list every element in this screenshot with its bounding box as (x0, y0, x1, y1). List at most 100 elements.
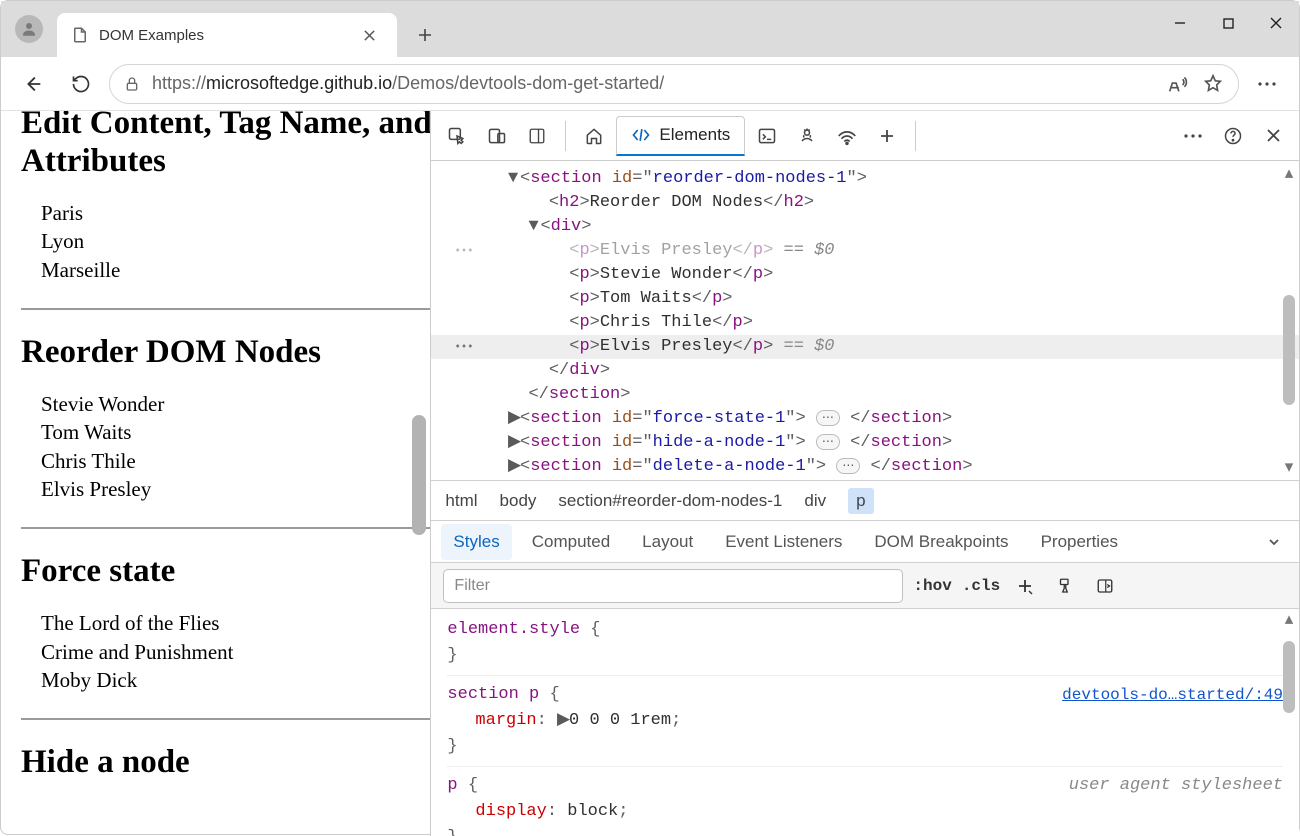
breadcrumb-item[interactable]: section#reorder-dom-nodes-1 (558, 491, 782, 511)
toggle-computed-button[interactable] (1090, 571, 1120, 601)
tab-label: Elements (659, 125, 730, 145)
help-button[interactable] (1215, 118, 1251, 154)
dom-node-line[interactable]: <p>Elvis Presley</p> == $0 (431, 335, 1299, 359)
devtools-toolbar: Elements (431, 111, 1299, 161)
page-scrollbar[interactable] (410, 115, 428, 827)
page-item: Stevie Wonder (41, 390, 431, 418)
styles-pane[interactable]: element.style {} devtools-do…started/:49s… (431, 609, 1299, 836)
favorite-icon[interactable] (1202, 73, 1224, 95)
browser-tab[interactable]: DOM Examples (57, 13, 397, 57)
page-item: Paris (41, 199, 431, 227)
read-aloud-icon[interactable] (1166, 73, 1188, 95)
page-heading: Edit Content, Tag Name, and Attributes (21, 111, 431, 181)
toggle-class-button[interactable]: .cls (962, 577, 1000, 595)
dock-side-button[interactable] (519, 118, 555, 154)
sources-tab-button[interactable] (789, 118, 825, 154)
dom-tree[interactable]: ▼<section id="reorder-dom-nodes-1"> <h2>… (431, 161, 1299, 481)
new-tab-button[interactable] (403, 13, 447, 57)
dom-node-line[interactable]: <h2>Reorder DOM Nodes</h2> (431, 191, 1299, 215)
devtools-close-button[interactable] (1255, 118, 1291, 154)
url-input[interactable]: https://microsoftedge.github.io/Demos/de… (109, 64, 1239, 104)
page-viewport: Edit Content, Tag Name, and Attributes Pa… (1, 111, 431, 836)
network-tab-button[interactable] (829, 118, 865, 154)
dom-node-line[interactable]: ▶<section id="force-state-1"> ⋯ </sectio… (431, 407, 1299, 431)
domtree-scrollbar[interactable]: ▴ ▾ (1281, 165, 1297, 475)
scroll-up-icon[interactable]: ▴ (1281, 165, 1297, 181)
refresh-button[interactable] (61, 64, 101, 104)
close-window-button[interactable] (1253, 7, 1299, 39)
window-titlebar: DOM Examples (1, 1, 1299, 57)
device-emulation-button[interactable] (479, 118, 515, 154)
tab-title: DOM Examples (99, 27, 345, 44)
toggle-hover-button[interactable]: :hov (913, 577, 951, 595)
css-declaration[interactable]: display: block; (447, 799, 1283, 825)
page-heading: Hide a node (21, 744, 431, 782)
dom-node-line[interactable]: <p>Elvis Presley</p> == $0 (431, 239, 1299, 263)
divider (21, 308, 431, 310)
scrollbar-thumb[interactable] (1283, 295, 1295, 405)
scroll-down-icon[interactable]: ▾ (1281, 459, 1297, 475)
dom-node-line[interactable]: ▶<section id="delete-a-node-1"> ⋯ </sect… (431, 455, 1299, 479)
dom-node-line[interactable]: ▶<section id="reference-the-currently-se… (431, 479, 1299, 481)
page-item: Moby Dick (41, 666, 431, 694)
styles-filter-input[interactable]: Filter (443, 569, 903, 603)
devtools-panel: Elements ▼<section id="reorder-dom-nodes… (431, 111, 1299, 836)
styles-scrollbar[interactable]: ▴ (1281, 613, 1297, 823)
page-item: Crime and Punishment (41, 638, 431, 666)
dom-node-line[interactable]: ▼<section id="reorder-dom-nodes-1"> (431, 167, 1299, 191)
settings-menu-button[interactable] (1247, 64, 1287, 104)
dom-node-line[interactable]: <p>Stevie Wonder</p> (431, 263, 1299, 287)
dom-node-line[interactable]: </section> (431, 383, 1299, 407)
styles-subtab[interactable]: Properties (1029, 524, 1130, 560)
devtools-menu-button[interactable] (1175, 118, 1211, 154)
dom-node-line[interactable]: </div> (431, 359, 1299, 383)
css-declaration[interactable]: margin: ▶0 0 0 1rem; (447, 708, 1283, 734)
styles-subtab[interactable]: Event Listeners (713, 524, 854, 560)
new-style-rule-button[interactable] (1010, 571, 1040, 601)
css-rule[interactable]: element.style {} (447, 617, 1283, 669)
breadcrumb-item[interactable]: html (445, 491, 477, 511)
welcome-tab-button[interactable] (576, 118, 612, 154)
elements-tab[interactable]: Elements (616, 116, 745, 156)
breadcrumb-item[interactable]: p (848, 488, 873, 514)
dom-node-line[interactable]: ▼<div> (431, 215, 1299, 239)
page-item: Tom Waits (41, 418, 431, 446)
maximize-button[interactable] (1205, 7, 1251, 39)
css-rule[interactable]: devtools-do…started/:49section p {margin… (447, 675, 1283, 760)
source-link[interactable]: devtools-do…started/:49 (1062, 682, 1283, 708)
page-item-list: ParisLyonMarseille (21, 199, 431, 284)
more-subtabs-button[interactable] (1259, 527, 1289, 557)
console-tab-button[interactable] (749, 118, 785, 154)
breadcrumb-item[interactable]: div (804, 491, 826, 511)
back-button[interactable] (13, 64, 53, 104)
url-text: https://microsoftedge.github.io/Demos/de… (152, 73, 664, 94)
scrollbar-thumb[interactable] (412, 415, 426, 535)
minimize-button[interactable] (1157, 7, 1203, 39)
lock-icon (124, 75, 140, 93)
styles-toolbar: Filter :hov .cls (431, 563, 1299, 609)
inspect-element-button[interactable] (439, 118, 475, 154)
scrollbar-thumb[interactable] (1283, 641, 1295, 713)
dom-node-line[interactable]: <p>Chris Thile</p> (431, 311, 1299, 335)
styles-subtab[interactable]: Computed (520, 524, 622, 560)
dom-breadcrumb[interactable]: html body section#reorder-dom-nodes-1 div p (431, 481, 1299, 521)
styles-subtabs: StylesComputedLayoutEvent ListenersDOM B… (431, 521, 1299, 563)
dom-node-line[interactable]: ▶<section id="hide-a-node-1"> ⋯ </sectio… (431, 431, 1299, 455)
user-avatar-icon (15, 15, 43, 43)
page-item: The Lord of the Flies (41, 609, 431, 637)
css-rule[interactable]: user agent stylesheetp {display: block;} (447, 766, 1283, 836)
page-item: Chris Thile (41, 447, 431, 475)
tab-close-button[interactable] (355, 21, 383, 49)
breadcrumb-item[interactable]: body (500, 491, 537, 511)
page-item: Elvis Presley (41, 475, 431, 503)
more-tabs-button[interactable] (869, 118, 905, 154)
paint-flash-button[interactable] (1050, 571, 1080, 601)
styles-subtab[interactable]: DOM Breakpoints (862, 524, 1020, 560)
page-heading: Force state (21, 553, 431, 591)
profile-button[interactable] (1, 1, 57, 57)
page-item-list: Stevie WonderTom WaitsChris ThileElvis P… (21, 390, 431, 503)
scroll-up-icon[interactable]: ▴ (1281, 613, 1297, 629)
styles-subtab[interactable]: Layout (630, 524, 705, 560)
styles-subtab[interactable]: Styles (441, 524, 511, 560)
dom-node-line[interactable]: <p>Tom Waits</p> (431, 287, 1299, 311)
